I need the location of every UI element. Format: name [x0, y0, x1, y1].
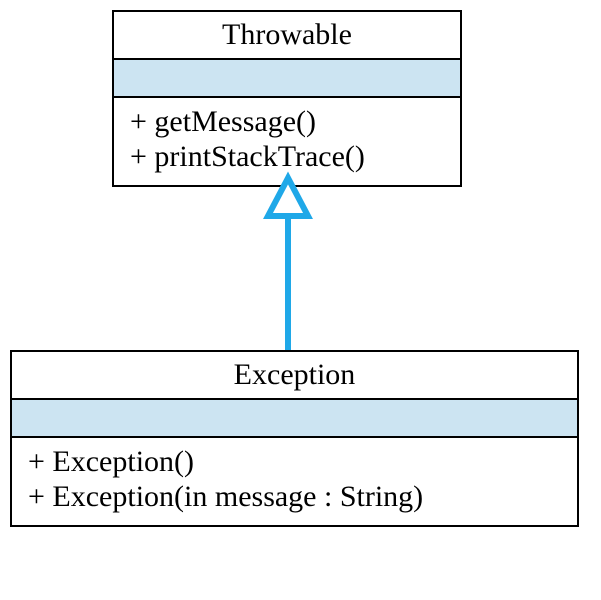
- method-row: + Exception(in message : String): [28, 479, 565, 514]
- method-row: + Exception(): [28, 444, 565, 479]
- class-methods: + getMessage() + printStackTrace(): [114, 98, 460, 185]
- class-attributes-empty: [12, 400, 577, 438]
- method-row: + printStackTrace(): [130, 139, 448, 174]
- method-row: + getMessage(): [130, 104, 448, 139]
- class-title: Exception: [12, 352, 577, 400]
- uml-class-throwable: Throwable + getMessage() + printStackTra…: [112, 10, 462, 187]
- class-title: Throwable: [114, 12, 460, 60]
- class-attributes-empty: [114, 60, 460, 98]
- class-methods: + Exception() + Exception(in message : S…: [12, 438, 577, 525]
- uml-class-exception: Exception + Exception() + Exception(in m…: [10, 350, 579, 527]
